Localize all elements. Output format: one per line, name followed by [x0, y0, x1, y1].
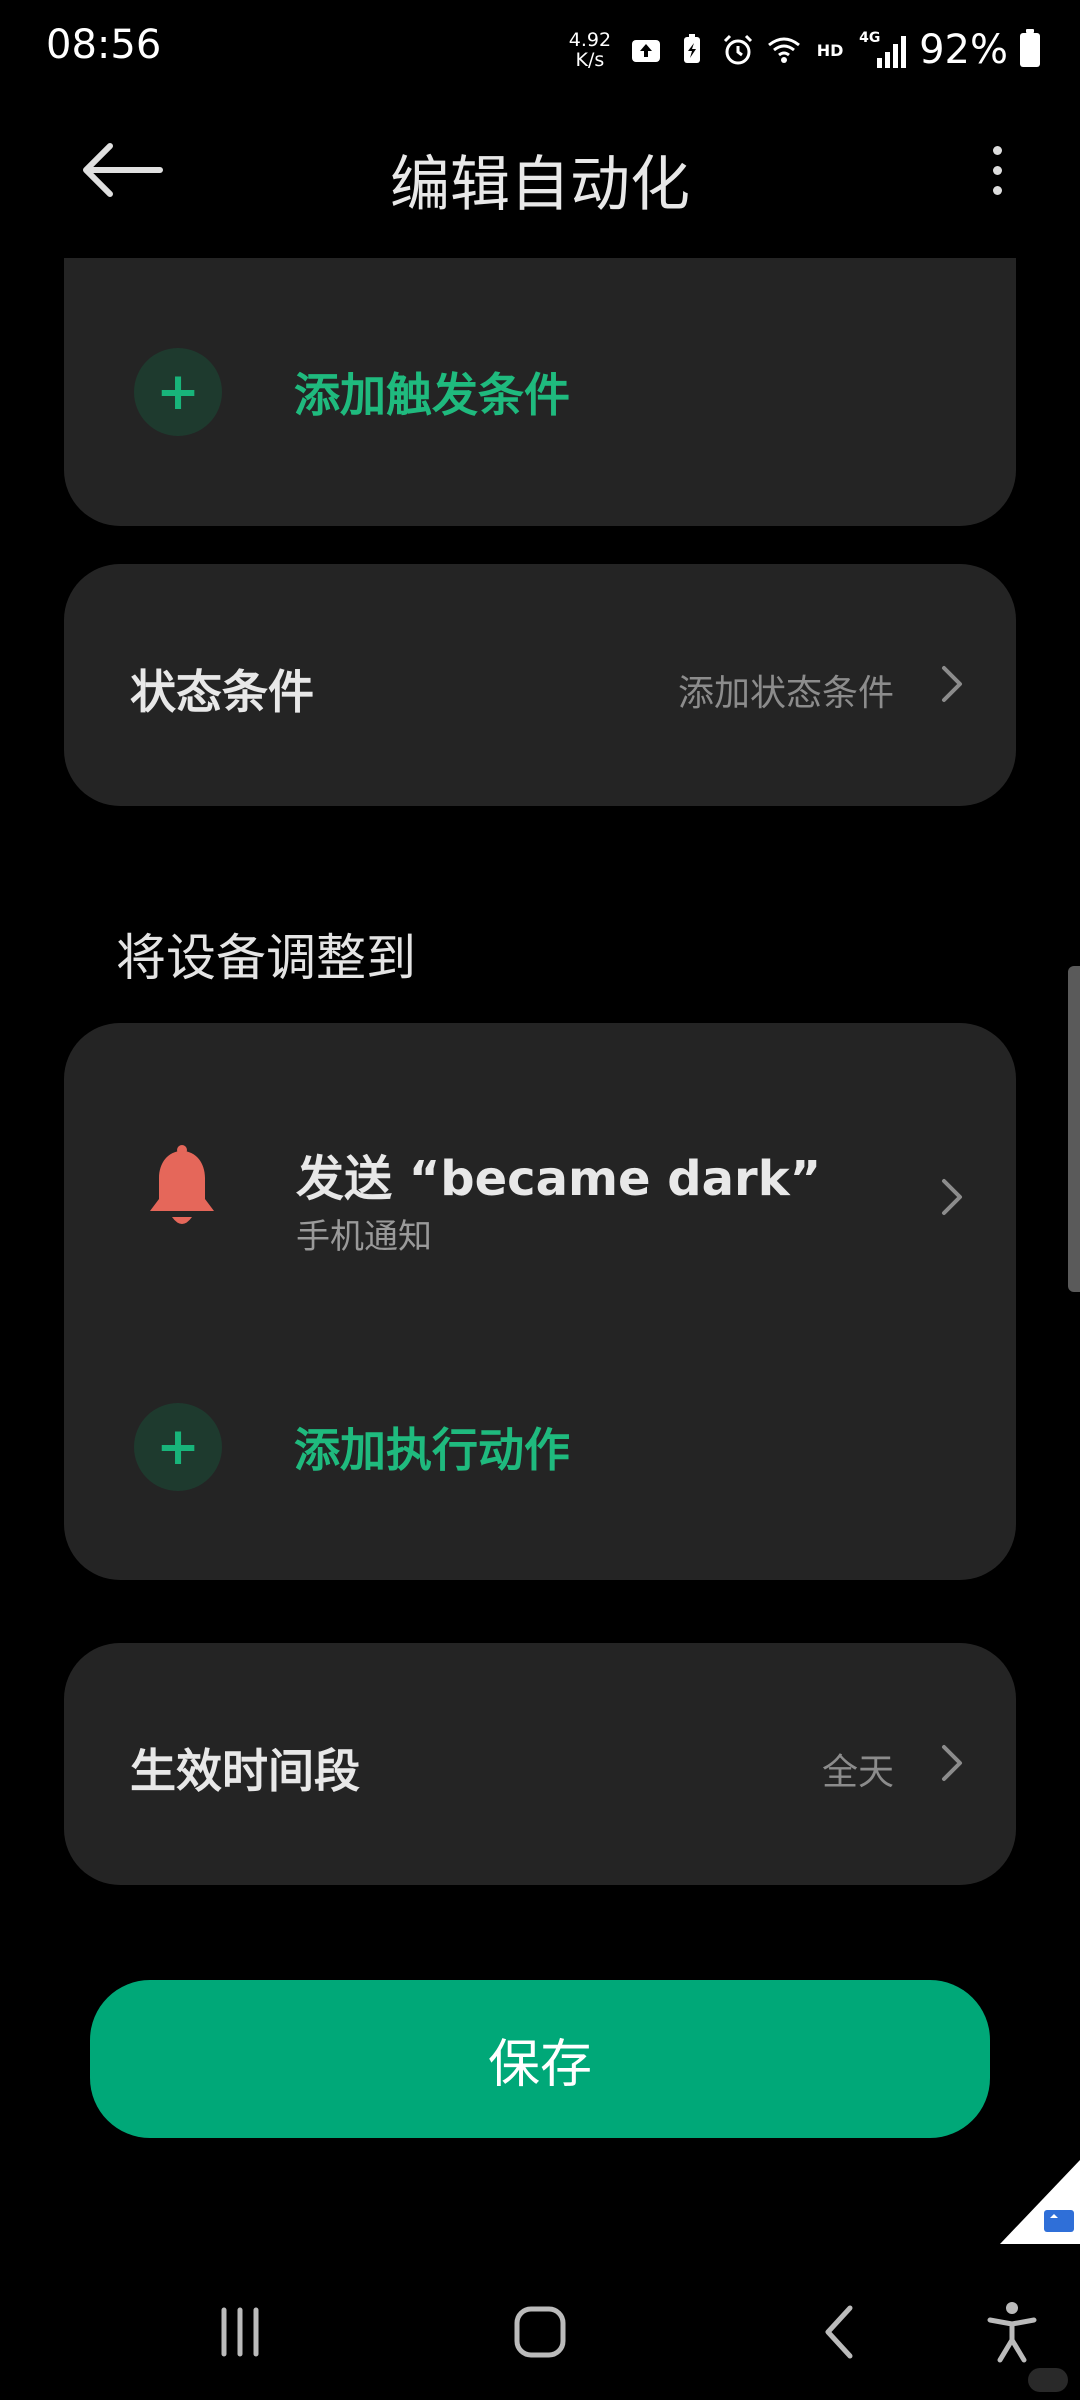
- screen: 08:56 4.92 K/s HD 4G 92% 编辑自动化 + 添加触发条件 …: [0, 0, 1080, 2400]
- add-trigger-button[interactable]: + 添加触发条件: [134, 342, 570, 442]
- hd-indicator: HD: [816, 40, 844, 60]
- add-trigger-label: 添加触发条件: [294, 368, 570, 422]
- floating-shortcut-icon[interactable]: [1000, 2160, 1080, 2244]
- action-title: 发送 “became dark”: [296, 1151, 822, 1207]
- nav-back-button[interactable]: [790, 2282, 890, 2382]
- bell-icon: [150, 1145, 214, 1224]
- status-time: 08:56: [46, 22, 162, 68]
- recents-icon: [221, 2307, 259, 2357]
- action-item[interactable]: 发送 “became dark” 手机通知: [64, 1123, 1016, 1263]
- network-speed-unit: K/s: [575, 49, 605, 71]
- chevron-right-icon: [942, 1745, 962, 1781]
- status-icons: 4.92 K/s HD 4G 92%: [569, 24, 1040, 76]
- state-condition-title: 状态条件: [130, 665, 314, 719]
- state-condition-value: 添加状态条件: [677, 673, 894, 714]
- home-button[interactable]: [490, 2282, 590, 2382]
- effective-period-value: 全天: [821, 1752, 894, 1793]
- chevron-right-icon: [942, 1179, 962, 1215]
- back-icon: [825, 2305, 853, 2359]
- status-bar: 08:56 4.92 K/s HD 4G 92%: [0, 0, 1080, 100]
- add-action-label: 添加执行动作: [294, 1423, 570, 1477]
- action-subtitle: 手机通知: [296, 1217, 432, 1257]
- more-options-button[interactable]: [962, 130, 1032, 210]
- wifi-icon: [767, 30, 801, 70]
- watermark: [1028, 2368, 1068, 2392]
- accessibility-icon: [987, 2302, 1037, 2363]
- system-navigation-bar: [0, 2260, 1080, 2400]
- alarm-icon: [721, 30, 755, 70]
- save-button[interactable]: 保存: [90, 1980, 990, 2138]
- add-action-button[interactable]: + 添加执行动作: [134, 1397, 570, 1497]
- trigger-card: + 添加触发条件: [64, 258, 1016, 526]
- app-bar: 编辑自动化: [0, 100, 1080, 260]
- actions-section-heading: 将设备调整到: [116, 929, 416, 987]
- recents-button[interactable]: [190, 2282, 290, 2382]
- effective-period-row[interactable]: 生效时间段 全天: [64, 1643, 1016, 1885]
- signal-icon: 4G: [859, 30, 907, 70]
- scrollbar[interactable]: [1068, 966, 1080, 1292]
- plus-icon: +: [134, 1403, 222, 1491]
- home-icon: [514, 2306, 566, 2358]
- chevron-right-icon: [942, 666, 962, 702]
- plus-icon: +: [134, 348, 222, 436]
- state-condition-row[interactable]: 状态条件 添加状态条件: [64, 564, 1016, 806]
- battery-percent: 92%: [919, 27, 1008, 73]
- more-vertical-icon: [992, 145, 1002, 155]
- page-title: 编辑自动化: [390, 150, 690, 220]
- network-speed-value: 4.92: [568, 29, 612, 51]
- battery-icon: [1020, 29, 1040, 67]
- network-speed: 4.92 K/s: [569, 30, 611, 70]
- battery-saver-icon: [675, 30, 709, 70]
- upload-icon: [629, 30, 663, 70]
- effective-period-title: 生效时间段: [130, 1744, 360, 1798]
- accessibility-button[interactable]: [962, 2282, 1062, 2382]
- actions-card: 发送 “became dark” 手机通知 + 添加执行动作: [64, 1023, 1016, 1580]
